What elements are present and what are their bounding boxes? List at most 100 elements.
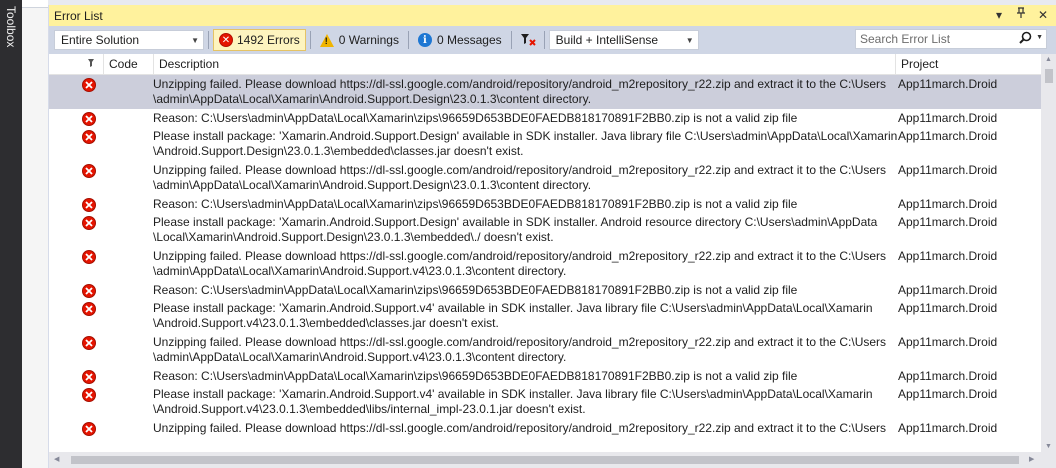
error-icon [82, 164, 96, 178]
table-row[interactable]: Please install package: 'Xamarin.Android… [49, 127, 1041, 161]
error-project: App11march.Droid [898, 215, 998, 229]
panel-title: Error List [54, 8, 103, 23]
error-project: App11march.Droid [898, 283, 998, 297]
table-row[interactable]: Reason: C:\Users\admin\AppData\Local\Xam… [49, 367, 1041, 385]
toolbox-strip: Toolbox [0, 0, 22, 468]
build-source-dropdown[interactable]: Build + IntelliSense ▼ [548, 30, 699, 50]
error-icon [82, 370, 96, 384]
toolbar-separator [543, 31, 545, 49]
info-icon: i [417, 33, 432, 47]
error-description: Unzipping failed. Please download https:… [153, 249, 893, 279]
error-description: Reason: C:\Users\admin\AppData\Local\Xam… [153, 111, 893, 126]
description-line: \admin\AppData\Local\Xamarin\Android.Sup… [153, 264, 567, 278]
description-line: \Android.Support.Design\23.0.1.3\embedde… [153, 144, 524, 158]
error-icon [82, 336, 96, 350]
scope-dropdown[interactable]: Entire Solution ▼ [54, 30, 204, 50]
scroll-up-icon[interactable]: ▲ [1045, 56, 1052, 63]
table-row[interactable]: Unzipping failed. Please download https:… [49, 161, 1041, 195]
error-project: App11march.Droid [898, 369, 998, 383]
description-line: Unzipping failed. Please download https:… [153, 77, 887, 91]
description-line: Please install package: 'Xamarin.Android… [153, 129, 898, 143]
column-header-code[interactable]: Code [103, 54, 153, 75]
description-line: Reason: C:\Users\admin\AppData\Local\Xam… [153, 197, 798, 211]
table-row[interactable]: Please install package: 'Xamarin.Android… [49, 213, 1041, 247]
error-list-toolbar: Entire Solution ▼ ✕ 1492 Errors 0 Warnin… [49, 26, 1056, 54]
error-project: App11march.Droid [898, 129, 998, 143]
error-icon: ✕ [219, 33, 233, 47]
description-line: \admin\AppData\Local\Xamarin\Android.Sup… [153, 178, 592, 192]
description-line: Unzipping failed. Please download https:… [153, 249, 887, 263]
warning-icon [319, 33, 334, 47]
horizontal-scrollbar[interactable]: ◀ ▶ [49, 452, 1056, 468]
panel-titlebar: Error List ▾ ✕ [49, 5, 1056, 26]
error-rows: Unzipping failed. Please download https:… [49, 75, 1041, 452]
toolbar-separator [208, 31, 209, 49]
table-row[interactable]: Unzipping failed. Please download https:… [49, 247, 1041, 281]
table-row[interactable]: Unzipping failed. Please download https:… [49, 75, 1041, 109]
error-project: App11march.Droid [898, 249, 998, 263]
error-project: App11march.Droid [898, 421, 998, 435]
table-row[interactable]: Unzipping failed. Please download https:… [49, 419, 1041, 437]
description-line: Reason: C:\Users\admin\AppData\Local\Xam… [153, 111, 798, 125]
column-header-project[interactable]: Project [895, 54, 1041, 75]
filter-toggle-button[interactable] [516, 29, 540, 51]
build-source-value: Build + IntelliSense [555, 33, 659, 47]
filter-column-header[interactable] [77, 54, 103, 75]
error-description: Unzipping failed. Please download https:… [153, 421, 893, 436]
error-description: Unzipping failed. Please download https:… [153, 77, 893, 107]
description-line: Please install package: 'Xamarin.Android… [153, 215, 878, 229]
table-row[interactable]: Reason: C:\Users\admin\AppData\Local\Xam… [49, 109, 1041, 127]
vertical-scroll-thumb[interactable] [1045, 69, 1053, 83]
error-project: App11march.Droid [898, 197, 998, 211]
table-row[interactable]: Please install package: 'Xamarin.Android… [49, 299, 1041, 333]
toolbar-separator [407, 31, 409, 49]
warnings-count-label: 0 Warnings [338, 33, 399, 47]
error-icon [82, 78, 96, 92]
search-error-list-input[interactable]: Search Error List ▼ [855, 29, 1047, 49]
errors-filter-button[interactable]: ✕ 1492 Errors [213, 29, 306, 51]
vertical-scrollbar[interactable]: ▲ ▼ [1041, 54, 1056, 452]
description-line: Reason: C:\Users\admin\AppData\Local\Xam… [153, 283, 798, 297]
error-project: App11march.Droid [898, 387, 998, 401]
close-icon[interactable]: ✕ [1037, 7, 1049, 23]
error-description: Unzipping failed. Please download https:… [153, 163, 893, 193]
error-icon [82, 302, 96, 316]
error-icon [82, 284, 96, 298]
error-description: Unzipping failed. Please download https:… [153, 335, 893, 365]
description-line: \Android.Support.v4\23.0.1.3\embedded\li… [153, 402, 586, 416]
error-description: Please install package: 'Xamarin.Android… [153, 387, 893, 417]
description-line: Please install package: 'Xamarin.Android… [153, 301, 873, 315]
table-row[interactable]: Reason: C:\Users\admin\AppData\Local\Xam… [49, 195, 1041, 213]
error-icon [82, 130, 96, 144]
description-line: Unzipping failed. Please download https:… [153, 421, 887, 435]
messages-filter-button[interactable]: i 0 Messages [413, 29, 507, 51]
description-line: Please install package: 'Xamarin.Android… [153, 387, 873, 401]
scroll-right-icon[interactable]: ▶ [1029, 455, 1034, 463]
error-project: App11march.Droid [898, 163, 998, 177]
scope-dropdown-value: Entire Solution [61, 33, 140, 47]
table-row[interactable]: Reason: C:\Users\admin\AppData\Local\Xam… [49, 281, 1041, 299]
table-row[interactable]: Please install package: 'Xamarin.Android… [49, 385, 1041, 419]
description-line: \admin\AppData\Local\Xamarin\Android.Sup… [153, 350, 567, 364]
error-project: App11march.Droid [898, 301, 998, 315]
error-icon [82, 198, 96, 212]
toolbox-tab[interactable]: Toolbox [0, 0, 22, 52]
grid-header: Code Description Project [49, 54, 1041, 75]
column-header-description[interactable]: Description [153, 54, 895, 75]
error-project: App11march.Droid [898, 111, 998, 125]
search-options-dropdown-icon[interactable]: ▼ [1036, 34, 1043, 41]
scroll-down-icon[interactable]: ▼ [1045, 443, 1052, 450]
scroll-left-icon[interactable]: ◀ [54, 455, 59, 463]
error-description: Reason: C:\Users\admin\AppData\Local\Xam… [153, 283, 893, 298]
window-menu-dropdown-icon[interactable]: ▾ [993, 7, 1005, 23]
toolbar-separator [510, 31, 512, 49]
table-row[interactable]: Unzipping failed. Please download https:… [49, 333, 1041, 367]
error-icon [82, 422, 96, 436]
messages-count-label: 0 Messages [436, 33, 502, 47]
warnings-filter-button[interactable]: 0 Warnings [315, 29, 404, 51]
description-line: \admin\AppData\Local\Xamarin\Android.Sup… [153, 92, 592, 106]
left-gap [22, 0, 48, 468]
horizontal-scroll-thumb[interactable] [71, 456, 1019, 464]
pin-icon[interactable] [1015, 7, 1027, 23]
search-icon[interactable] [1019, 31, 1032, 47]
